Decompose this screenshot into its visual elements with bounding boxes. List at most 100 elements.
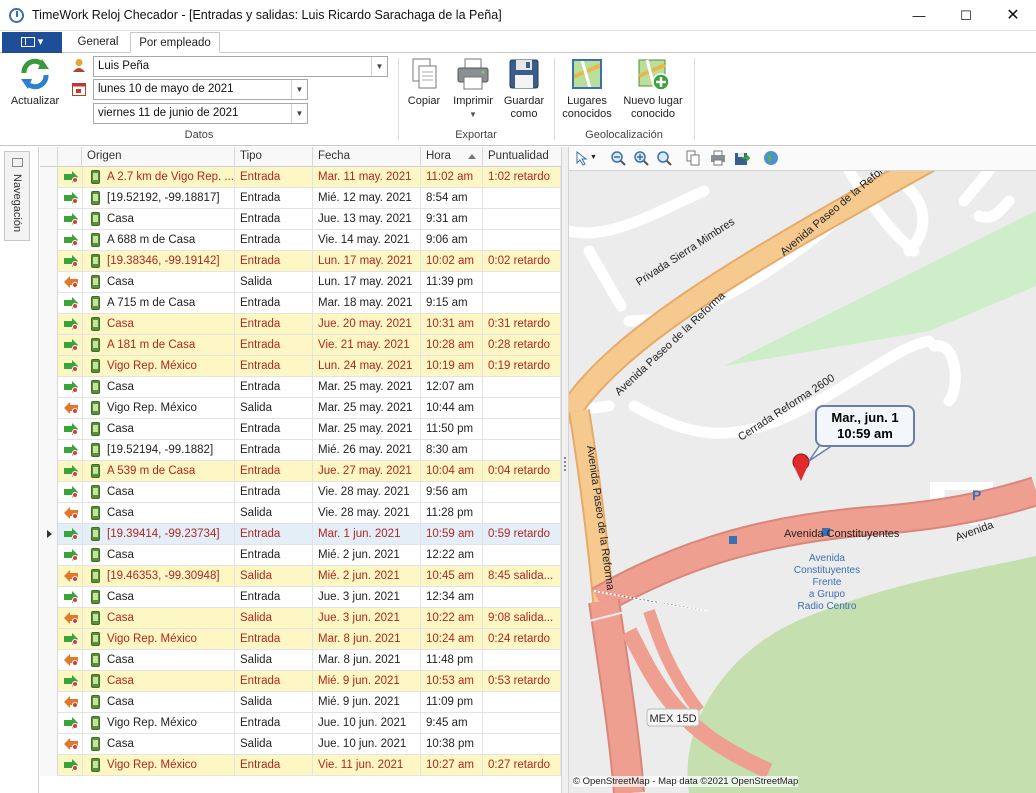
chevron-down-icon[interactable]: ▼	[371, 57, 387, 76]
table-row[interactable]: Casa Entrada Jue. 3 jun. 2021 12:34 am	[40, 587, 561, 608]
zoom-in-icon[interactable]	[633, 150, 649, 166]
row-indicator[interactable]	[40, 566, 58, 587]
table-row[interactable]: Vigo Rep. México Entrada Vie. 11 jun. 2021…	[40, 755, 561, 776]
date-to-combo[interactable]: viernes 11 de junio de 2021 ▼	[93, 103, 308, 124]
row-indicator[interactable]	[40, 293, 58, 314]
table-row[interactable]: A 2.7 km de Vigo Rep. ... Entrada Mar. 11 …	[40, 167, 561, 188]
row-indicator[interactable]	[40, 545, 58, 566]
table-row[interactable]: Casa Entrada Mié. 9 jun. 2021 10:53 am 0:53 …	[40, 671, 561, 692]
table-row[interactable]: A 688 m de Casa Entrada Vie. 14 may. 2021 9…	[40, 230, 561, 251]
table-row[interactable]: A 539 m de Casa Entrada Jue. 27 may. 2021 1…	[40, 461, 561, 482]
row-indicator[interactable]	[40, 440, 58, 461]
row-indicator[interactable]	[40, 356, 58, 377]
row-indicator[interactable]	[40, 377, 58, 398]
save-as-button[interactable]: Guardar como	[500, 55, 548, 121]
chevron-down-icon[interactable]: ▼	[291, 80, 307, 99]
new-place-button[interactable]: Nuevo lugar conocido	[620, 55, 686, 121]
table-row[interactable]: A 181 m de Casa Entrada Vie. 21 may. 2021 1…	[40, 335, 561, 356]
employee-combo[interactable]: Luis Peña ▼	[93, 56, 388, 77]
row-indicator[interactable]	[40, 335, 58, 356]
printer-icon[interactable]	[710, 150, 726, 166]
row-indicator[interactable]	[40, 272, 58, 293]
row-indicator[interactable]	[40, 251, 58, 272]
copy-button[interactable]: Copiar	[403, 55, 445, 108]
row-indicator[interactable]	[40, 503, 58, 524]
row-indicator[interactable]	[40, 713, 58, 734]
header-hora[interactable]: Hora	[421, 147, 483, 167]
refresh-button[interactable]: Actualizar	[6, 55, 64, 108]
zoom-out-icon[interactable]	[610, 150, 626, 166]
table-row[interactable]: Vigo Rep. México Entrada Mar. 8 jun. 2021 1…	[40, 629, 561, 650]
row-indicator[interactable]	[40, 209, 58, 230]
row-indicator[interactable]	[40, 671, 58, 692]
tab-general[interactable]: General	[70, 32, 126, 53]
header-fecha[interactable]: Fecha	[313, 147, 421, 167]
globe-icon[interactable]	[763, 150, 779, 166]
row-indicator[interactable]	[40, 230, 58, 251]
row-indicator[interactable]	[40, 419, 58, 440]
chevron-down-icon[interactable]: ▼	[450, 108, 496, 121]
tab-por-empleado[interactable]: Por empleado	[130, 32, 220, 53]
cell-hora: 10:22 am	[421, 608, 483, 629]
row-indicator[interactable]	[40, 482, 58, 503]
cell-origen: Casa	[102, 545, 235, 566]
row-indicator[interactable]	[40, 587, 58, 608]
zoom-100-icon[interactable]	[656, 150, 672, 166]
minimize-button[interactable]: —	[896, 0, 942, 31]
row-indicator[interactable]	[40, 692, 58, 713]
row-indicator[interactable]	[40, 629, 58, 650]
known-places-button[interactable]: Lugares conocidos	[560, 55, 614, 121]
print-label: Imprimir	[453, 95, 493, 107]
cell-tipo: Entrada	[235, 335, 313, 356]
header-tipo[interactable]: Tipo	[235, 147, 313, 167]
date-from-combo[interactable]: lunes 10 de mayo de 2021 ▼	[93, 79, 308, 100]
menu-icon	[20, 37, 35, 48]
map-view[interactable]: Avenida Paseo de la Reforma Avenida Pase…	[569, 171, 1036, 793]
table-row[interactable]: Casa Entrada Jue. 13 may. 2021 9:31 am	[40, 209, 561, 230]
table-row[interactable]: Casa Salida Jue. 3 jun. 2021 10:22 am 9:08 s…	[40, 608, 561, 629]
header-puntualidad[interactable]: Puntualidad	[483, 147, 561, 167]
table-row[interactable]: Casa Salida Jue. 10 jun. 2021 10:38 pm	[40, 734, 561, 755]
table-row[interactable]: [19.52194, -99.1882] Entrada Mié. 26 may. …	[40, 440, 561, 461]
row-indicator[interactable]	[40, 461, 58, 482]
table-row[interactable]: Casa Salida Mar. 8 jun. 2021 11:48 pm	[40, 650, 561, 671]
row-indicator[interactable]	[40, 524, 58, 545]
select-tool-icon[interactable]	[574, 150, 590, 166]
panel-splitter[interactable]	[561, 147, 569, 793]
row-indicator[interactable]	[40, 188, 58, 209]
table-row[interactable]: Casa Salida Mié. 9 jun. 2021 11:09 pm	[40, 692, 561, 713]
table-row[interactable]: Casa Salida Lun. 17 may. 2021 11:39 pm	[40, 272, 561, 293]
row-indicator[interactable]	[40, 314, 58, 335]
copy-icon[interactable]	[685, 150, 701, 166]
table-row[interactable]: Vigo Rep. México Salida Mar. 25 may. 2021 1…	[40, 398, 561, 419]
table-row[interactable]: Casa Entrada Mié. 2 jun. 2021 12:22 am	[40, 545, 561, 566]
row-indicator[interactable]	[40, 755, 58, 776]
table-row[interactable]: Casa Entrada Mar. 25 may. 2021 11:50 pm	[40, 419, 561, 440]
table-row[interactable]: Vigo Rep. México Entrada Lun. 24 may. 2021…	[40, 356, 561, 377]
row-indicator[interactable]	[40, 398, 58, 419]
header-icon-column[interactable]	[58, 147, 82, 167]
header-origen[interactable]: Origen	[82, 147, 235, 167]
row-indicator[interactable]	[40, 608, 58, 629]
row-indicator[interactable]	[40, 734, 58, 755]
table-row[interactable]: A 715 m de Casa Entrada Mar. 18 may. 2021 9…	[40, 293, 561, 314]
row-indicator[interactable]	[40, 167, 58, 188]
print-button[interactable]: Imprimir ▼	[450, 55, 496, 121]
chevron-down-icon[interactable]: ▼	[291, 104, 307, 123]
navigation-tab[interactable]: Navegación	[4, 151, 30, 241]
table-row[interactable]: Casa Entrada Jue. 20 may. 2021 10:31 am 0:31…	[40, 314, 561, 335]
table-row[interactable]: Vigo Rep. México Entrada Jue. 10 jun. 2021…	[40, 713, 561, 734]
table-row[interactable]: Casa Salida Vie. 28 may. 2021 11:28 pm	[40, 503, 561, 524]
maximize-button[interactable]: ☐	[943, 0, 989, 31]
close-button[interactable]: ✕	[990, 0, 1036, 31]
export-icon[interactable]	[734, 150, 751, 166]
table-row[interactable]: [19.52192, -99.18817] Entrada Mié. 12 may.…	[40, 188, 561, 209]
app-menu-button[interactable]: ▾	[2, 32, 62, 53]
table-row[interactable]: [19.38346, -99.19142] Entrada Lun. 17 may.…	[40, 251, 561, 272]
table-row[interactable]: [19.39414, -99.23734] Entrada Mar. 1 jun. …	[40, 524, 561, 545]
table-row[interactable]: Casa Entrada Vie. 28 may. 2021 9:56 am	[40, 482, 561, 503]
table-row[interactable]: Casa Entrada Mar. 25 may. 2021 12:07 am	[40, 377, 561, 398]
table-row[interactable]: [19.46353, -99.30948] Salida Mié. 2 jun. 2…	[40, 566, 561, 587]
row-indicator[interactable]	[40, 650, 58, 671]
chevron-down-icon[interactable]: ▼	[590, 150, 598, 166]
